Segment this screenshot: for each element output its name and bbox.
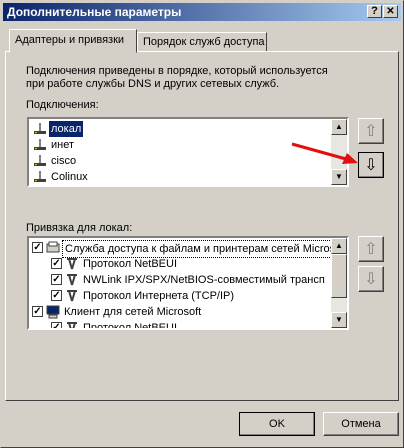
file-printer-service-icon bbox=[46, 241, 60, 253]
network-connection-icon bbox=[34, 171, 46, 182]
bindings-label: Привязка для локал: bbox=[26, 222, 133, 234]
protocol-icon bbox=[67, 274, 77, 286]
connection-label: инет bbox=[51, 139, 75, 151]
connection-item-cisco[interactable]: cisco bbox=[31, 153, 331, 169]
arrow-up-icon: ⇧ bbox=[364, 123, 378, 140]
binding-checkbox[interactable]: ✓ bbox=[51, 258, 62, 269]
cancel-button[interactable]: Отмена bbox=[323, 412, 399, 436]
tab-adapters-bindings[interactable]: Адаптеры и привязки bbox=[9, 29, 137, 53]
tab-label: Адаптеры и привязки bbox=[15, 34, 125, 46]
binding-checkbox[interactable]: ✓ bbox=[51, 274, 62, 285]
bindings-list[interactable]: ✓ Служба доступа к файлам и принтерам се… bbox=[27, 236, 349, 330]
network-connection-icon bbox=[34, 123, 46, 134]
move-connection-up-button[interactable]: ⇧ bbox=[358, 118, 384, 144]
title-bar[interactable]: Дополнительные параметры ? ✕ bbox=[3, 3, 401, 21]
help-button[interactable]: ? bbox=[367, 5, 382, 18]
network-connection-icon bbox=[34, 155, 46, 166]
client-computer-icon bbox=[46, 305, 60, 319]
description-line-2: при работе службы DNS и других сетевых с… bbox=[26, 78, 280, 90]
binding-checkbox[interactable]: ✓ bbox=[51, 290, 62, 301]
connection-item-local[interactable]: локал bbox=[31, 121, 331, 137]
binding-label: Протокол NetBEUI bbox=[83, 322, 178, 330]
move-connection-down-button[interactable]: ⇩ bbox=[358, 152, 384, 178]
binding-label: Клиент для сетей Microsoft bbox=[64, 306, 202, 318]
tab-panel: Подключения приведены в порядке, который… bbox=[5, 51, 399, 401]
protocol-icon bbox=[67, 290, 77, 302]
window-title: Дополнительные параметры bbox=[7, 5, 182, 19]
binding-checkbox[interactable]: ✓ bbox=[51, 322, 62, 328]
connection-label: cisco bbox=[51, 155, 77, 167]
scroll-down-button[interactable]: ▼ bbox=[331, 169, 347, 185]
connection-label: Colinux bbox=[51, 171, 88, 183]
advanced-settings-window: Дополнительные параметры ? ✕ Адаптеры и … bbox=[0, 0, 404, 448]
arrow-up-icon: ⇧ bbox=[364, 241, 378, 258]
scroll-up-button[interactable]: ▲ bbox=[331, 119, 347, 135]
tab-label: Порядок служб доступа bbox=[143, 36, 265, 48]
binding-label: Протокол NetBEUI bbox=[83, 258, 178, 270]
connections-label: Подключения: bbox=[26, 99, 99, 111]
connection-item-colinux[interactable]: Colinux bbox=[31, 169, 331, 185]
move-binding-up-button[interactable]: ⇧ bbox=[358, 236, 384, 262]
close-button[interactable]: ✕ bbox=[383, 5, 398, 18]
move-binding-down-button[interactable]: ⇩ bbox=[358, 266, 384, 292]
arrow-down-icon: ⇩ bbox=[364, 157, 378, 174]
scroll-up-button[interactable]: ▲ bbox=[331, 238, 347, 254]
binding-label: Протокол Интернета (TCP/IP) bbox=[83, 290, 235, 302]
binding-label: NWLink IPX/SPX/NetBIOS-совместимый транс… bbox=[83, 274, 325, 286]
tab-provider-order[interactable]: Порядок служб доступа bbox=[137, 32, 267, 52]
binding-item[interactable]: ✓ Протокол NetBEUI bbox=[31, 256, 331, 272]
red-annotation-arrow bbox=[291, 142, 358, 164]
ok-button[interactable]: OK bbox=[239, 412, 315, 436]
scroll-thumb[interactable] bbox=[331, 254, 347, 298]
binding-checkbox[interactable]: ✓ bbox=[32, 242, 43, 253]
binding-item[interactable]: ✓ Протокол Интернета (TCP/IP) bbox=[31, 288, 331, 304]
protocol-icon bbox=[67, 322, 77, 328]
bindings-scrollbar[interactable]: ▲ ▼ bbox=[331, 238, 347, 328]
binding-checkbox[interactable]: ✓ bbox=[32, 306, 43, 317]
scroll-down-button[interactable]: ▼ bbox=[331, 312, 347, 328]
ok-label: OK bbox=[269, 418, 285, 430]
connection-label: локал bbox=[49, 121, 84, 137]
arrow-down-icon: ⇩ bbox=[364, 271, 378, 288]
binding-item[interactable]: ✓ Протокол NetBEUI bbox=[31, 320, 331, 330]
binding-item[interactable]: ✓ Служба доступа к файлам и принтерам се… bbox=[31, 240, 347, 258]
cancel-label: Отмена bbox=[341, 418, 381, 430]
network-connection-icon bbox=[34, 139, 46, 150]
binding-item[interactable]: ✓ NWLink IPX/SPX/NetBIOS-совместимый тра… bbox=[31, 272, 331, 288]
connection-item-inet[interactable]: инет bbox=[31, 137, 331, 153]
description-line-1: Подключения приведены в порядке, который… bbox=[26, 65, 328, 77]
protocol-icon bbox=[67, 258, 77, 270]
binding-item[interactable]: ✓ Клиент для сетей Microsoft bbox=[31, 304, 331, 320]
